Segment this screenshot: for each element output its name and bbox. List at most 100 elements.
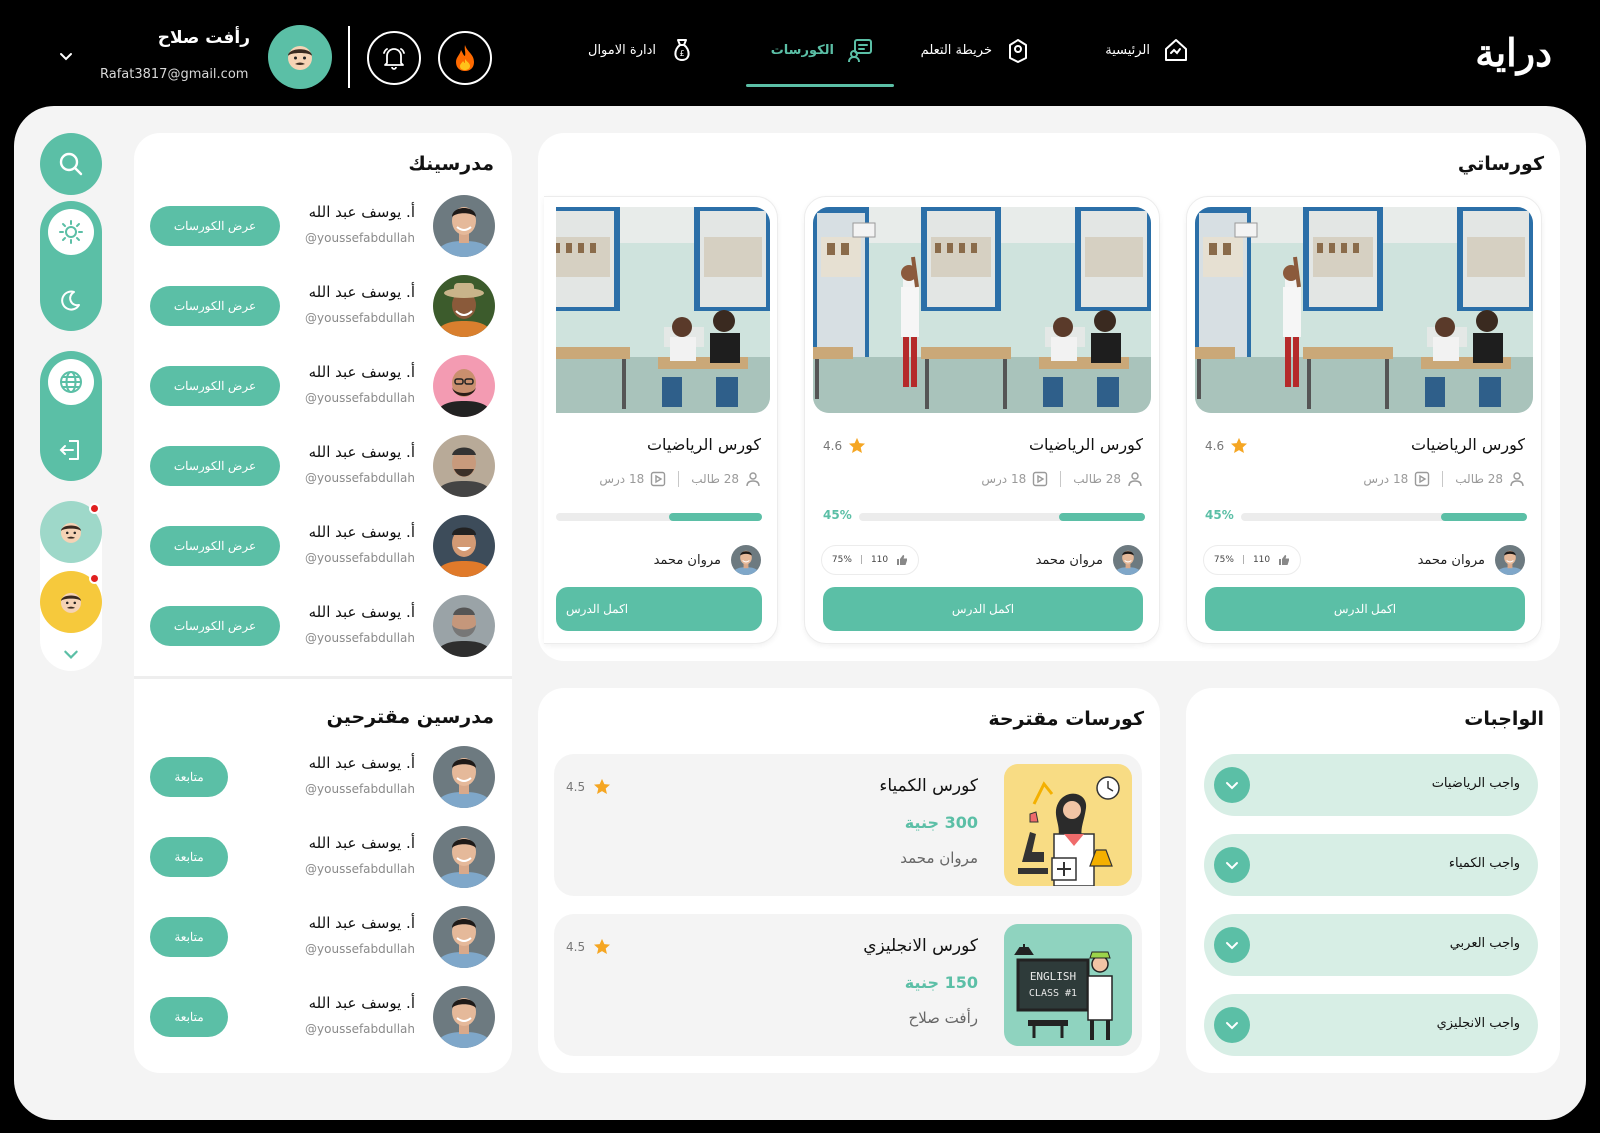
svg-text:£: £ [679,49,684,58]
contact-avatar[interactable] [40,571,102,633]
teacher-row[interactable]: أ. يوسف عبد الله @youssefabdullah عرض الكو… [150,355,495,419]
thumbs-up-icon [1279,555,1290,565]
teacher-handle: @youssefabdullah [305,231,415,245]
suggested-course-price: 300 جنية [904,813,978,832]
notification-dot [89,573,100,584]
homework-item[interactable]: واجب الكمياء [1204,834,1538,896]
chevron-down-icon[interactable] [62,645,80,663]
top-bar: دراية الرئيسية خريطة التعلم الكورسات £ ا… [0,0,1600,108]
view-courses-button[interactable]: عرض الكورسات [150,526,280,566]
expand-button[interactable] [1214,1007,1250,1043]
teacher-photo [433,435,495,497]
likes-count: 110 [1252,555,1271,565]
progress-fill [1441,513,1527,521]
view-courses-button[interactable]: عرض الكورسات [150,446,280,486]
nav-learning-map[interactable]: خريطة التعلم [921,36,1032,64]
suggested-teacher-row[interactable]: أ. يوسف عبد الله @youssefabdullah متابعة [150,906,495,970]
chevron-down-icon [1226,862,1238,870]
teacher-handle: @youssefabdullah [305,391,415,405]
view-courses-button[interactable]: عرض الكورسات [150,206,280,246]
suggested-course-card[interactable]: ENGLISH CLASS #1 كورس الانجليزي 150 جنية… [554,914,1142,1056]
suggested-course-title: كورس الكمياء [879,776,978,796]
continue-lesson-button[interactable]: اكمل الدرس [556,587,762,631]
thumbs-up-icon [897,555,908,565]
percent-value: 75% [831,555,852,565]
teacher-row[interactable]: أ. يوسف عبد الله @youssefabdullah عرض الكو… [150,435,495,499]
follow-button[interactable]: متابعة [150,917,228,957]
homework-item[interactable]: واجب الانجليزي [1204,994,1538,1056]
course-card[interactable]: كورس الرياضيات 28 طالب 18 درس مروان محمد… [544,196,778,644]
streak-button[interactable] [438,31,492,85]
contact-avatar[interactable] [40,501,102,563]
chevron-down-icon[interactable] [58,48,74,64]
teacher-row[interactable]: أ. يوسف عبد الله @youssefabdullah عرض الكو… [150,595,495,659]
teacher-avatar [1113,545,1143,575]
teacher-photo [433,746,495,808]
nav-money[interactable]: £ ادارة الاموال [588,36,696,64]
nav-courses[interactable]: الكورسات [771,36,874,64]
app-logo[interactable]: دراية [1475,30,1552,75]
follow-button[interactable]: متابعة [150,837,228,877]
suggested-course-card[interactable]: كورس الكمياء 300 جنية مروان محمد 4.5 [554,754,1142,896]
course-card[interactable]: كورس الرياضيات 4.6 28 طالب 18 درس 45% مر… [1186,196,1542,644]
search-button[interactable] [40,133,102,195]
teacher-row[interactable]: أ. يوسف عبد الله @youssefabdullah عرض الكو… [150,195,495,259]
dark-mode-button[interactable] [48,277,94,323]
homework-item[interactable]: واجب الرياضيات [1204,754,1538,816]
homework-label: واجب الكمياء [1448,856,1520,871]
teacher-row[interactable]: أ. يوسف عبد الله @youssefabdullah عرض الكو… [150,275,495,339]
notification-dot [89,503,100,514]
user-name: رأفت صلاح [157,28,250,48]
language-button[interactable] [48,359,94,405]
continue-lesson-button[interactable]: اكمل الدرس [823,587,1143,631]
rating-value: 4.5 [566,780,586,794]
likes-count: 110 [870,555,889,565]
user-avatar[interactable] [268,25,332,89]
follow-button[interactable]: متابعة [150,997,228,1037]
chevron-down-icon [1226,782,1238,790]
teacher-handle: @youssefabdullah [305,862,415,876]
course-rating: 4.6 [823,437,866,455]
lessons-count: 18 درس [981,472,1027,486]
view-courses-button[interactable]: عرض الكورسات [150,606,280,646]
suggested-course-rating: 4.5 [566,778,611,796]
progress-label: 45% [823,508,852,522]
homework-item[interactable]: واجب العربي [1204,914,1538,976]
suggested-course-price: 150 جنية [904,973,978,992]
nav-home[interactable]: الرئيسية [1105,36,1190,64]
expand-button[interactable] [1214,847,1250,883]
homework-title: الواجبات [1464,708,1544,730]
english-class-illustration: ENGLISH CLASS #1 [1004,924,1132,1046]
course-meta: 28 طالب 18 درس [1363,471,1525,487]
lessons-count: 18 درس [1363,472,1409,486]
theme-switcher [40,201,102,331]
view-courses-button[interactable]: عرض الكورسات [150,366,280,406]
section-divider [134,676,512,679]
notifications-button[interactable] [367,31,421,85]
teacher-handle: @youssefabdullah [305,942,415,956]
expand-button[interactable] [1214,927,1250,963]
video-icon [651,471,666,487]
continue-lesson-button[interactable]: اكمل الدرس [1205,587,1525,631]
teacher-photo [433,515,495,577]
suggested-teacher-row[interactable]: أ. يوسف عبد الله @youssefabdullah متابعة [150,826,495,890]
homework-label: واجب الرياضيات [1431,776,1520,791]
logout-button[interactable] [48,427,94,473]
suggested-teacher-row[interactable]: أ. يوسف عبد الله @youssefabdullah متابعة [150,986,495,1050]
course-stats: 75% | 110 [1203,545,1301,575]
progress-bar [556,513,762,521]
light-mode-button[interactable] [48,209,94,255]
teacher-photo [433,826,495,888]
suggested-teacher-row[interactable]: أ. يوسف عبد الله @youssefabdullah متابعة [150,746,495,810]
expand-button[interactable] [1214,767,1250,803]
nav-money-label: ادارة الاموال [588,42,656,58]
star-icon [594,938,611,955]
view-courses-button[interactable]: عرض الكورسات [150,286,280,326]
progress-bar [859,513,1145,521]
logout-icon [59,440,79,460]
man-avatar-icon [61,592,81,613]
course-card[interactable]: كورس الرياضيات 4.6 28 طالب 18 درس 45% مر… [804,196,1160,644]
teacher-avatar [731,545,761,575]
teacher-row[interactable]: أ. يوسف عبد الله @youssefabdullah عرض الكو… [150,515,495,579]
follow-button[interactable]: متابعة [150,757,228,797]
